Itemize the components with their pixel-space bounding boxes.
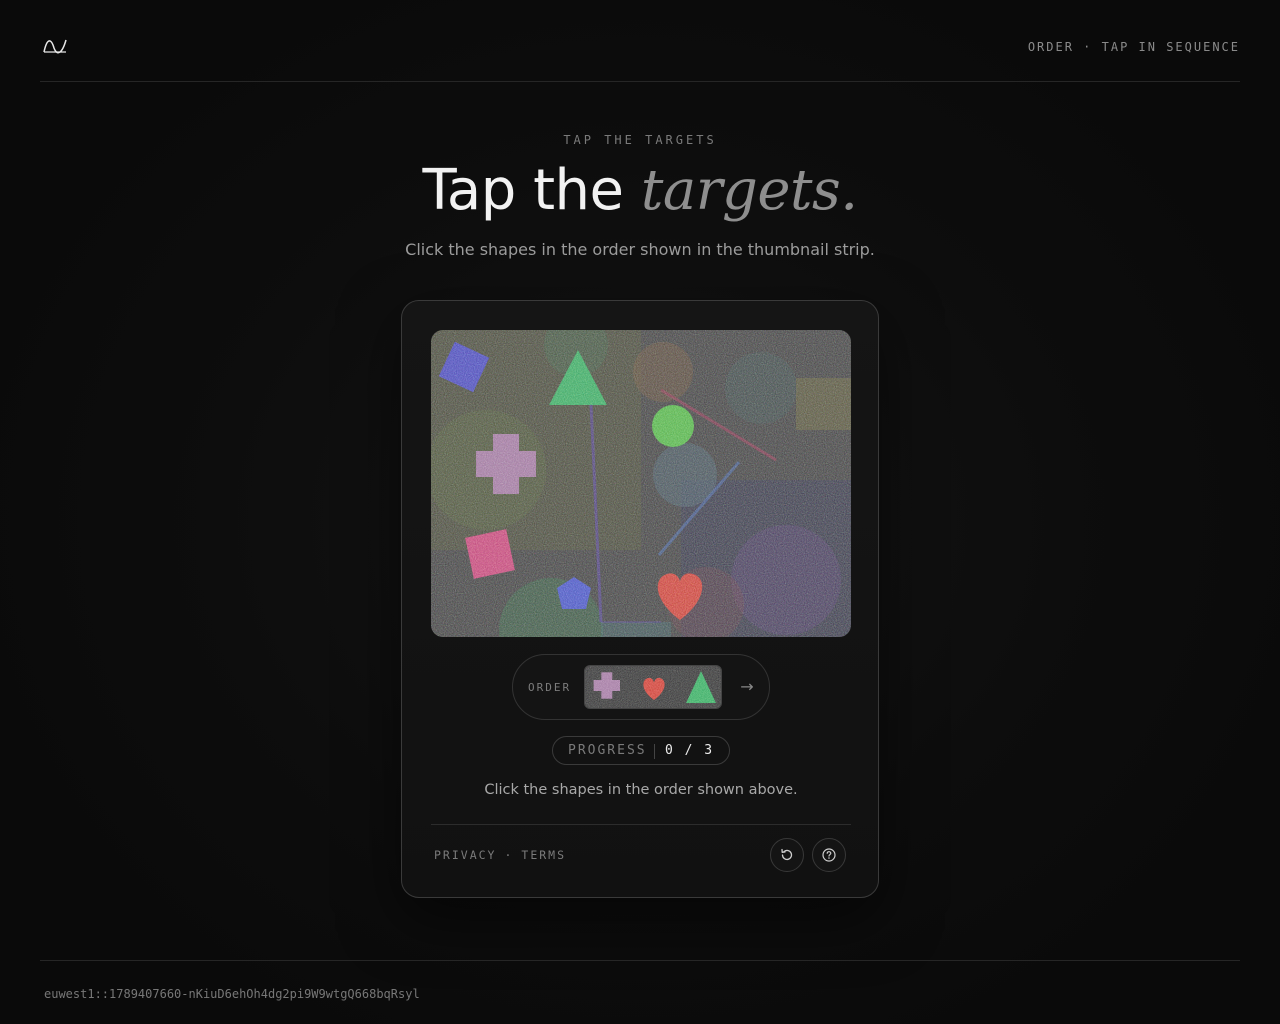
eyebrow: TAP THE TARGETS bbox=[563, 133, 717, 147]
challenge-canvas[interactable] bbox=[431, 330, 851, 637]
progress-label: PROGRESS bbox=[568, 743, 647, 758]
privacy-link[interactable]: PRIVACY bbox=[434, 848, 496, 862]
help-button[interactable] bbox=[812, 838, 846, 872]
order-label: ORDER bbox=[528, 681, 572, 694]
order-thumbnails-svg bbox=[585, 666, 721, 708]
title-accent: targets. bbox=[640, 158, 858, 223]
card-footer-links: PRIVACY · TERMS bbox=[434, 848, 566, 862]
title-main: Tap the bbox=[422, 158, 624, 223]
card-divider bbox=[431, 824, 851, 825]
page-title: Tap the targets. bbox=[0, 158, 1280, 223]
order-strip: ORDER → bbox=[512, 654, 770, 720]
header-tag: ORDER · TAP IN SEQUENCE bbox=[1027, 40, 1240, 54]
arrow-right-icon[interactable]: → bbox=[735, 675, 759, 699]
header: ORDER · TAP IN SEQUENCE bbox=[40, 0, 1240, 82]
shape-green-circle[interactable] bbox=[652, 405, 694, 447]
refresh-icon bbox=[781, 848, 793, 861]
session-id: euwest1::1789407660-nKiuD6ehOh4dg2pi9W9w… bbox=[44, 987, 420, 1001]
footer-divider bbox=[40, 960, 1240, 961]
refresh-button[interactable] bbox=[770, 838, 804, 872]
captcha-card: ORDER → PROGRESS 0 / 3 Click the shapes … bbox=[401, 300, 879, 898]
shape-pink-square[interactable] bbox=[465, 529, 515, 579]
terms-link[interactable]: TERMS bbox=[521, 848, 566, 862]
progress-indicator: PROGRESS 0 / 3 bbox=[552, 736, 730, 765]
wave-logo-icon bbox=[43, 39, 67, 54]
instruction-text: Click the shapes in the order shown abov… bbox=[484, 782, 798, 798]
progress-value: 0 / 3 bbox=[665, 743, 715, 758]
challenge-canvas-svg[interactable] bbox=[431, 330, 851, 637]
help-icon bbox=[822, 848, 836, 862]
order-thumbnails bbox=[584, 665, 722, 709]
footer-separator: · bbox=[504, 848, 514, 862]
subtitle: Click the shapes in the order shown in t… bbox=[405, 240, 875, 259]
progress-divider bbox=[654, 744, 655, 759]
